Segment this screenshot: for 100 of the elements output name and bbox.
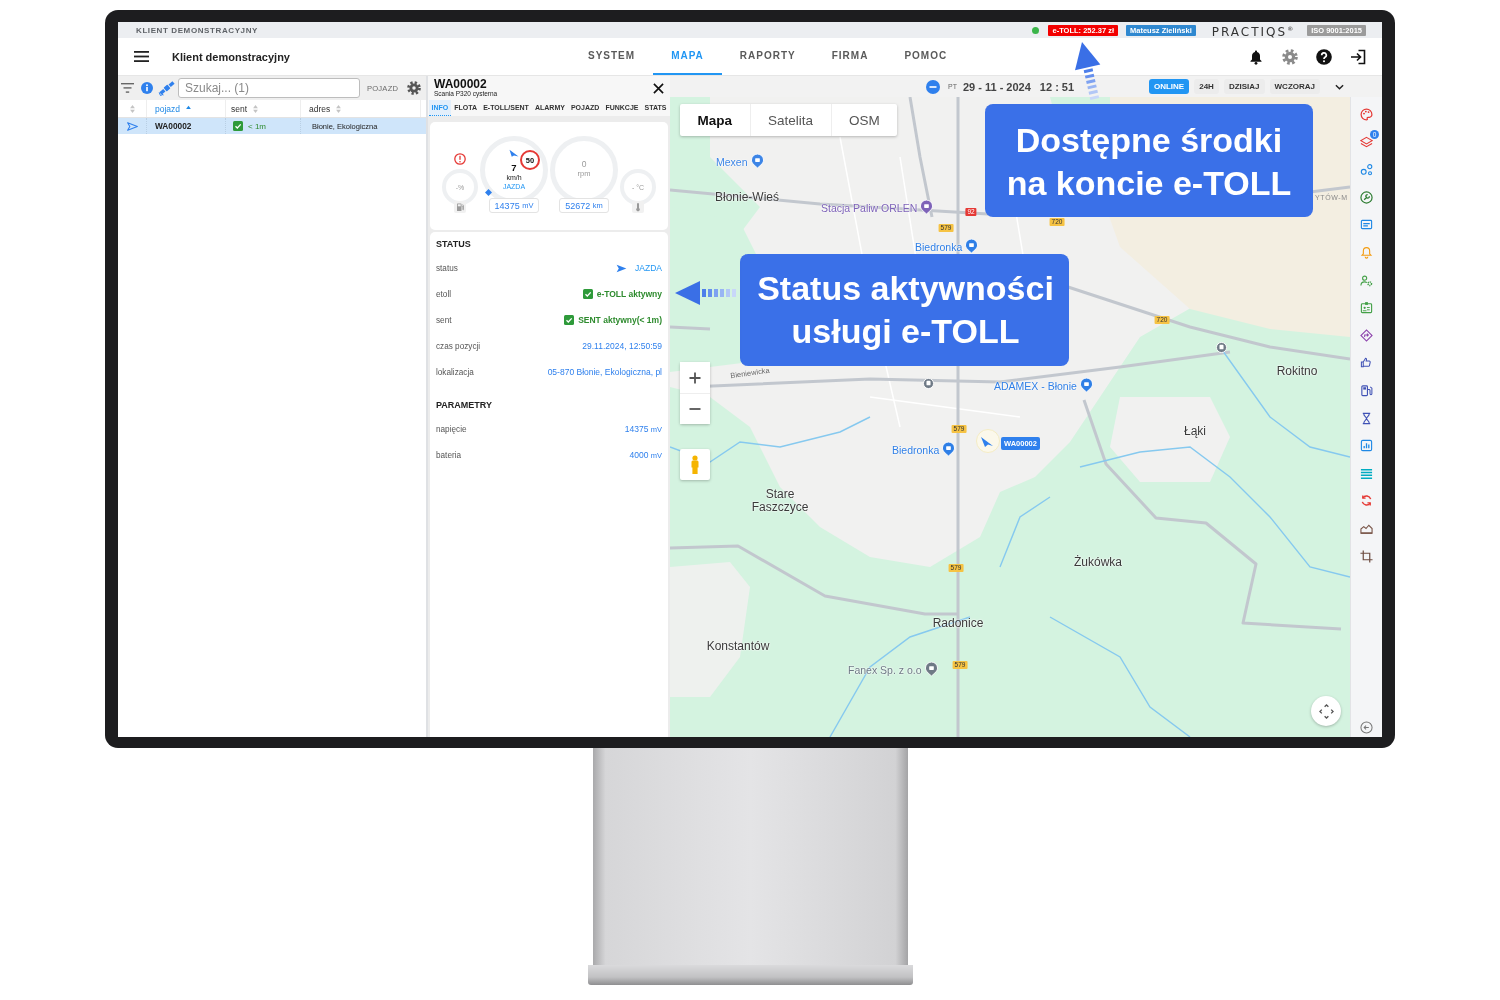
sort-icon (253, 104, 259, 113)
close-icon[interactable] (653, 82, 664, 94)
field-value: 29.11.2024, 12:50:59 (582, 341, 662, 351)
circles-icon[interactable] (1360, 163, 1373, 177)
thumbs-up-icon[interactable] (1360, 356, 1373, 370)
wrench-icon[interactable] (1360, 190, 1373, 204)
field-value: SENT aktywny(< 1m) (578, 315, 662, 325)
speed-value: 7 (511, 163, 517, 173)
sync-icon[interactable] (1360, 494, 1373, 508)
nav-tab[interactable]: RAPORTY (721, 38, 814, 75)
field-label: lokalizacja (436, 367, 474, 377)
sort-icon (336, 104, 342, 113)
client-name: KLIENT DEMONSTRACYJNY (136, 25, 258, 35)
user-gear-icon[interactable] (1360, 273, 1373, 287)
fuel-pump-icon[interactable] (1360, 383, 1373, 397)
field-label: etoll (436, 289, 452, 299)
field-value: 05-870 Błonie, Ekologiczna, pl (547, 367, 662, 377)
sent-age-text: < 1m (248, 121, 266, 131)
list-icon[interactable] (1360, 466, 1373, 480)
field-label: sent (436, 315, 452, 325)
search-field[interactable]: Szukaj... (1) (178, 78, 360, 98)
settings-icon[interactable] (407, 81, 421, 95)
poi-label[interactable]: ADAMEX - Błonie (994, 379, 1077, 391)
field-label: bateria (436, 450, 462, 460)
id-card-icon[interactable] (1360, 301, 1373, 315)
layers-icon[interactable] (1360, 135, 1373, 149)
nav-tab[interactable]: SYSTEM (570, 38, 654, 75)
place-label: Stare Faszczyce (750, 488, 810, 514)
nav-tab[interactable]: FIRMA (813, 38, 887, 75)
map-type-tab[interactable]: Satelita (749, 104, 831, 136)
field-value: e-TOLL aktywny (596, 289, 662, 299)
nav-tab[interactable]: POMOC (886, 38, 966, 75)
poi-label[interactable]: Fanex Sp. z o.o (848, 663, 922, 675)
field-value: JAZDA (635, 263, 662, 273)
map-type-tab[interactable]: Mapa (680, 104, 750, 136)
settings-icon[interactable] (1282, 48, 1298, 65)
place-label: Radonice (932, 616, 984, 630)
arrow-marker-icon[interactable] (976, 429, 1000, 453)
field-label: status (436, 263, 458, 273)
hourglass-icon[interactable] (1360, 411, 1373, 425)
map-pin-icon[interactable] (965, 238, 979, 254)
poi-label[interactable]: Biedronka (915, 240, 963, 252)
field-label: czas pozycji (436, 341, 481, 351)
map-pin-icon[interactable] (942, 441, 956, 457)
client-title: Klient demonstracyjny (172, 50, 290, 63)
gauge-marker-icon (485, 189, 492, 196)
crop-icon[interactable] (1360, 549, 1373, 563)
time-text[interactable]: 12 : 51 (1039, 80, 1075, 93)
info-icon[interactable] (141, 82, 153, 94)
range-button[interactable]: 24H (1194, 79, 1219, 94)
place-label: Konstantów (706, 639, 770, 653)
range-button[interactable]: DZISIAJ (1223, 79, 1265, 94)
palette-icon[interactable] (1360, 108, 1373, 121)
document-icon[interactable] (1360, 218, 1373, 232)
column-header[interactable]: sent (226, 100, 301, 117)
chart-icon[interactable] (1360, 439, 1373, 453)
poi-label[interactable]: Stacja Paliw ORLEN (821, 201, 918, 213)
column-header[interactable]: adres (301, 100, 421, 117)
date-text[interactable]: 29 - 11 - 2024 (962, 80, 1031, 93)
rpm-value: 0 (581, 159, 587, 169)
company-logo: PRACTIQS$^{®}$ (1211, 23, 1294, 39)
column-header[interactable]: pojazd (147, 100, 226, 117)
vehicle-id-text: WA00002 (155, 121, 192, 131)
range-button[interactable]: WCZORAJ (1269, 79, 1320, 94)
map-pin-icon[interactable] (920, 199, 934, 215)
map-pin-icon[interactable] (750, 153, 764, 169)
map-pin-icon[interactable] (1079, 377, 1093, 393)
direction-arrow-icon (509, 148, 519, 157)
section-title: PARAMETRY (436, 399, 493, 412)
bell-icon[interactable] (1248, 48, 1264, 65)
plus-icon (689, 371, 701, 384)
satellite-icon[interactable] (158, 80, 176, 96)
menu-icon[interactable] (134, 51, 149, 62)
map-pin-icon[interactable] (924, 661, 938, 677)
map-type-tab[interactable]: OSM (830, 104, 898, 136)
zoom-out-button[interactable] (680, 393, 710, 424)
arrow-circle-icon[interactable] (1360, 721, 1373, 734)
place-label: Żukówka (1074, 555, 1122, 569)
poi-label[interactable]: Biedronka (892, 443, 940, 455)
map-marker-icon (1216, 342, 1227, 353)
help-icon[interactable] (1316, 48, 1332, 65)
map-marker-icon (923, 378, 934, 389)
filter-icon[interactable] (121, 83, 134, 93)
place-label: Łąki (1184, 424, 1206, 438)
arrows-icon (1318, 703, 1334, 719)
chevron-down-icon[interactable] (1335, 83, 1344, 90)
section-title: STATUS (436, 238, 472, 251)
callout-text: Status aktywności usługi e-TOLL (757, 268, 1054, 352)
place-label: Rokitno (1276, 364, 1318, 378)
zoom-in-button[interactable] (680, 362, 710, 393)
vehicle-plate: WA00002 (434, 78, 488, 90)
diamond-arrow-icon[interactable] (1360, 328, 1373, 342)
callout-text: Dostępne środki na koncie e-TOLL (1006, 119, 1292, 204)
place-label: Błonie-Wieś (715, 190, 779, 204)
navigation-arrow-icon (616, 263, 628, 273)
field-label: napięcie (436, 424, 467, 434)
person-icon (690, 454, 700, 475)
navigation-arrow-icon (126, 121, 138, 131)
minus-circle-icon[interactable] (926, 79, 940, 94)
logout-icon[interactable] (1350, 48, 1366, 65)
